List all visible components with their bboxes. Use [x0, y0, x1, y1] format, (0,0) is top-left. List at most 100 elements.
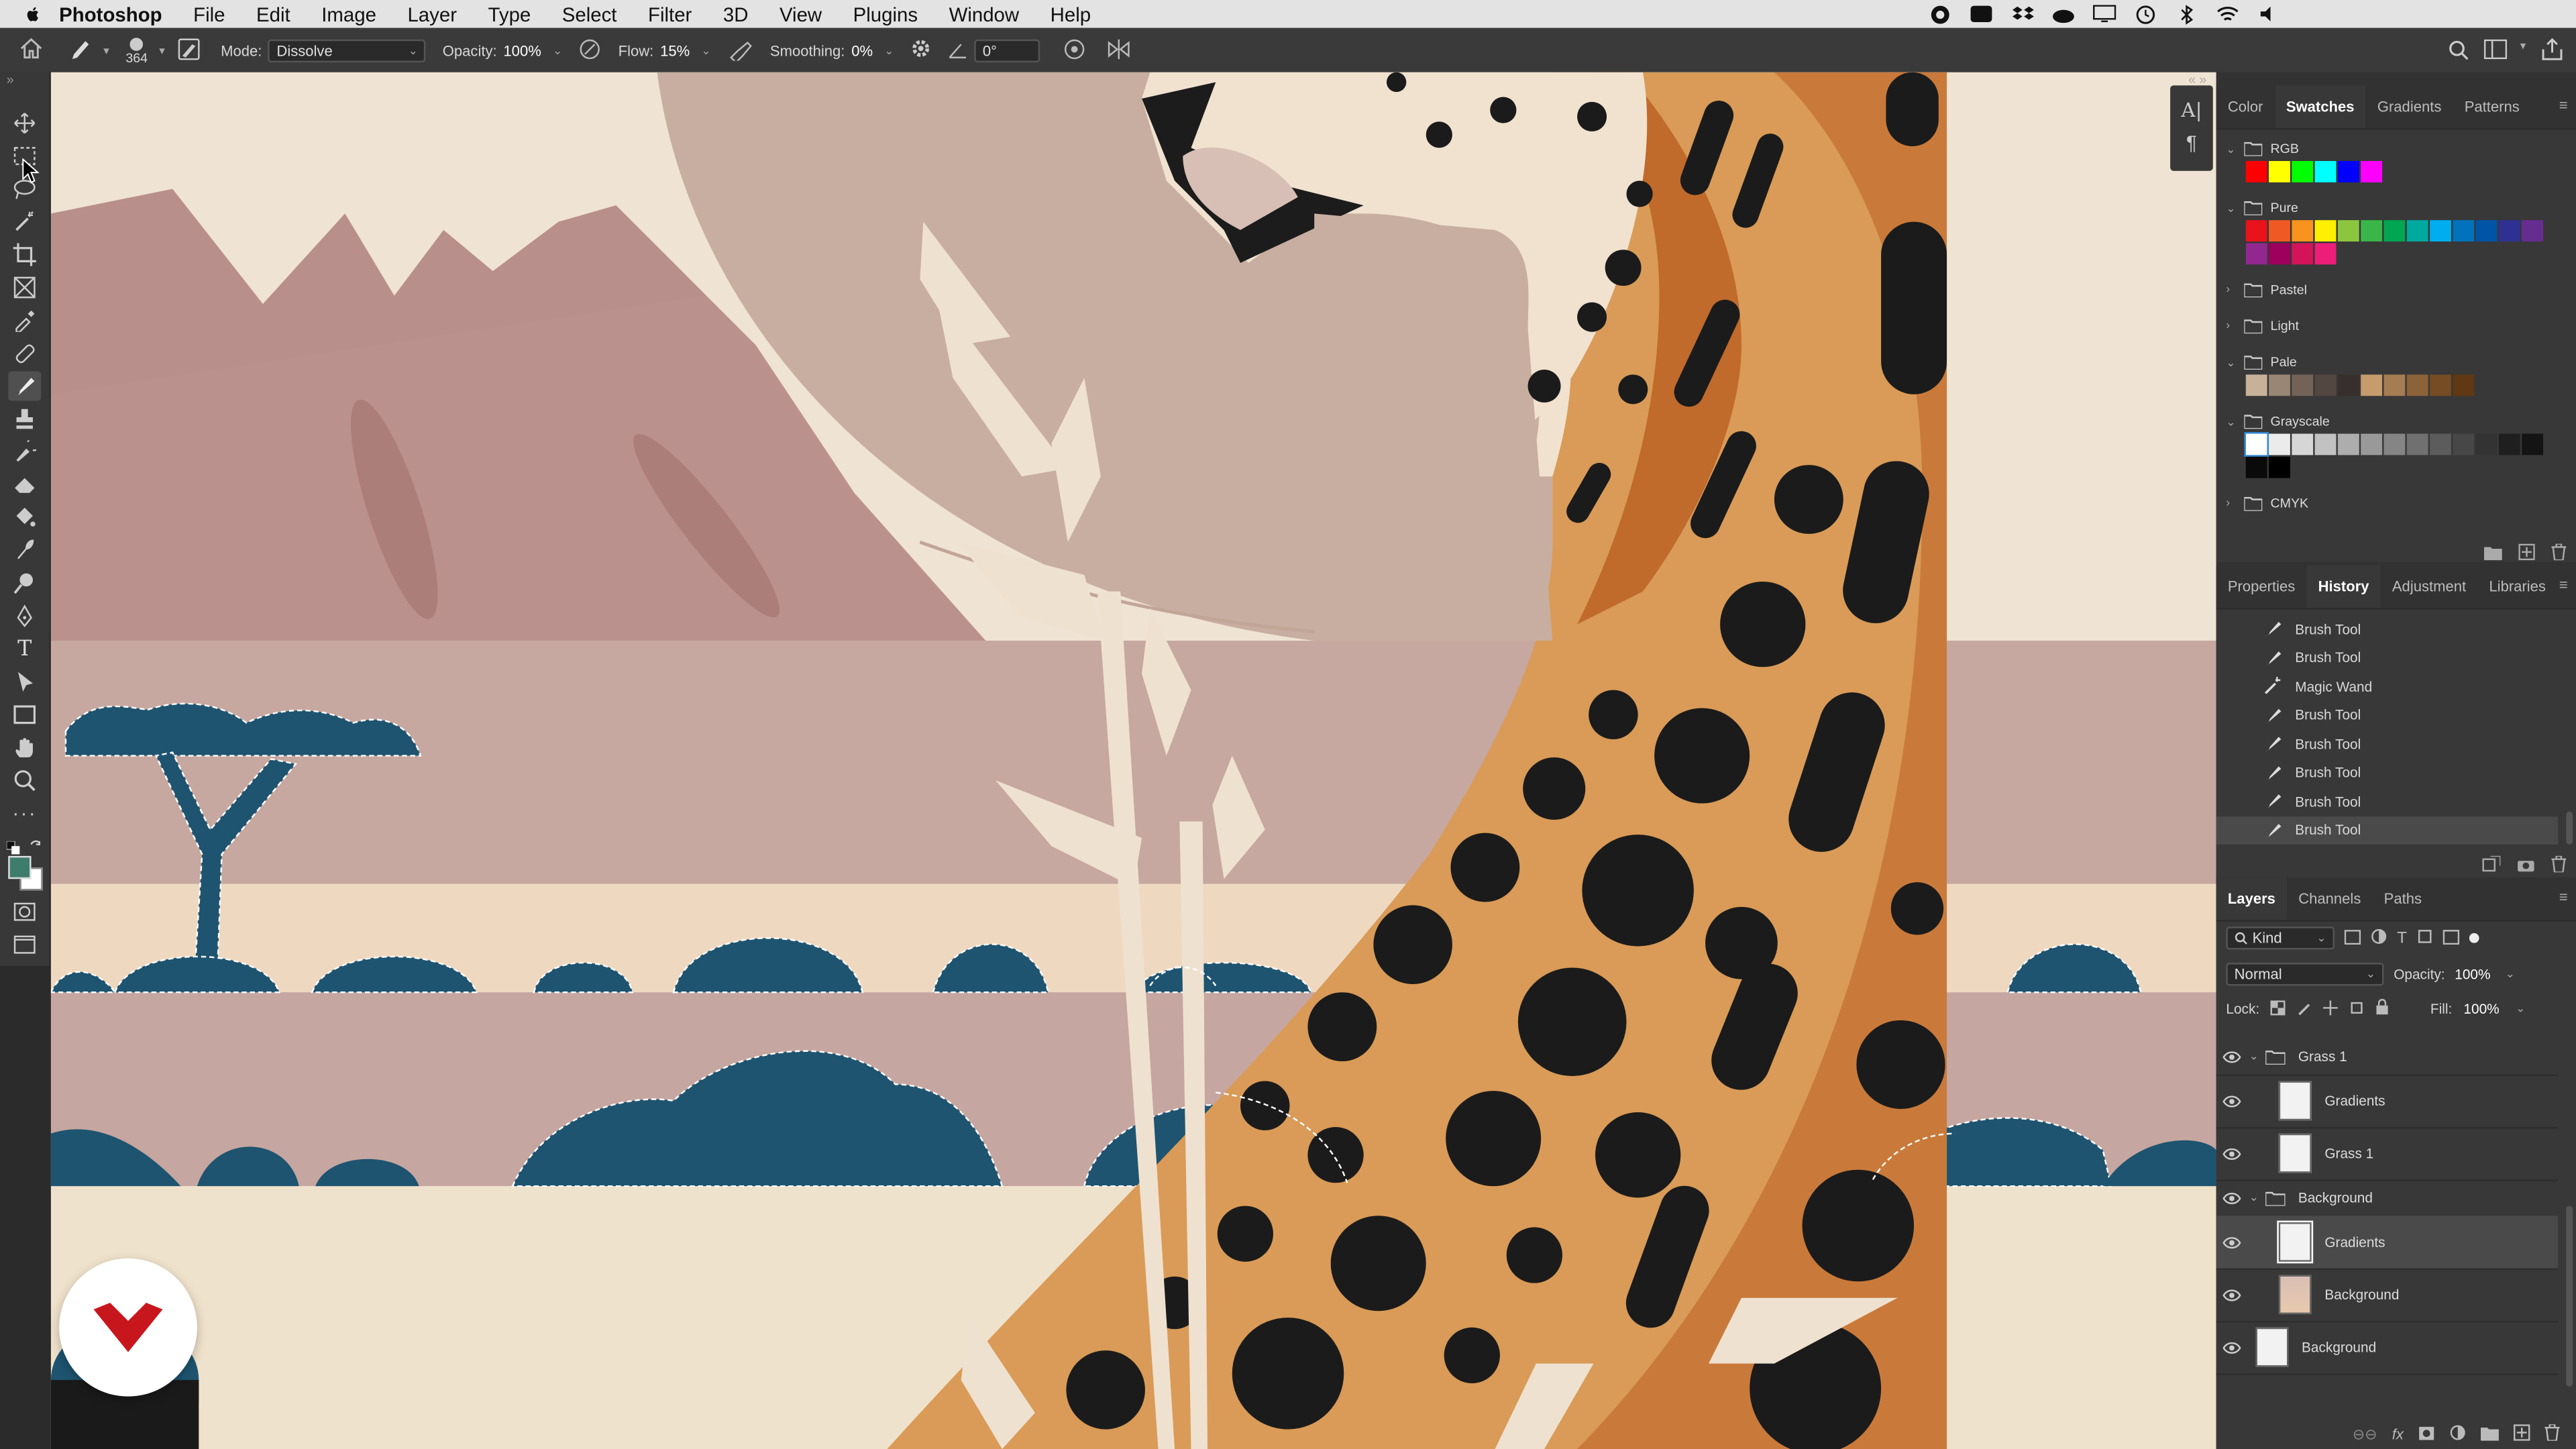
- tab-paths[interactable]: Paths: [2373, 877, 2434, 920]
- tab-color[interactable]: Color: [2216, 85, 2275, 128]
- rectangle-tool-icon[interactable]: [8, 700, 41, 729]
- swatch[interactable]: [2314, 161, 2337, 182]
- swatch[interactable]: [2453, 374, 2475, 396]
- quick-mask-icon[interactable]: [8, 897, 41, 926]
- new-document-from-state-icon[interactable]: [2482, 851, 2502, 881]
- dodge-tool-icon[interactable]: [8, 568, 41, 598]
- eye-icon[interactable]: [2216, 1341, 2246, 1353]
- swatch[interactable]: [2406, 220, 2428, 242]
- move-tool-icon[interactable]: [8, 109, 41, 138]
- mode-dropdown[interactable]: Dissolve ⌄: [268, 38, 427, 62]
- swatch-group-light[interactable]: › Light: [2226, 319, 2299, 334]
- type-tool-icon[interactable]: T: [8, 634, 41, 663]
- swatch[interactable]: [2406, 374, 2428, 396]
- swatch[interactable]: [2292, 243, 2314, 265]
- chevron-right-icon[interactable]: ›: [2226, 321, 2236, 332]
- record-icon[interactable]: [1929, 4, 1951, 23]
- layer-group-row[interactable]: ⌄ Grass 1: [2216, 1038, 2559, 1077]
- swatch[interactable]: [2245, 456, 2267, 478]
- swatch[interactable]: [2430, 374, 2451, 396]
- chevron-down-icon[interactable]: ⌄: [2226, 201, 2236, 214]
- lock-artboard-icon[interactable]: [2350, 1000, 2365, 1018]
- menu-app-name[interactable]: Photoshop: [59, 3, 162, 25]
- swatch[interactable]: [2314, 433, 2337, 455]
- eye-icon[interactable]: [2216, 1191, 2246, 1203]
- swatch[interactable]: [2245, 243, 2267, 265]
- history-item[interactable]: Brush Tool: [2216, 700, 2558, 729]
- menu-layer[interactable]: Layer: [407, 3, 457, 25]
- eye-icon[interactable]: [2216, 1147, 2246, 1159]
- apple-icon[interactable]: [23, 4, 42, 23]
- swatch[interactable]: [2498, 220, 2520, 242]
- adjustment-filter-icon[interactable]: [2371, 928, 2387, 948]
- eye-icon[interactable]: [2216, 1236, 2246, 1248]
- chevron-down-icon[interactable]: ⌄: [2226, 356, 2236, 369]
- swatch[interactable]: [2361, 161, 2383, 182]
- eye-icon[interactable]: [2216, 1051, 2246, 1063]
- swatch[interactable]: [2269, 456, 2290, 478]
- history-item[interactable]: Brush Tool: [2216, 729, 2558, 757]
- swatch[interactable]: [2337, 220, 2359, 242]
- screen-mode-icon[interactable]: [8, 930, 41, 959]
- shape-filter-icon[interactable]: [2417, 928, 2433, 948]
- search-icon[interactable]: [2448, 40, 2469, 64]
- swatch[interactable]: [2361, 374, 2383, 396]
- brush-tool-preset-icon[interactable]: ▾: [69, 39, 109, 62]
- creative-cloud-icon[interactable]: [2052, 4, 2075, 23]
- opacity-value[interactable]: 100%: [503, 42, 541, 58]
- swatch[interactable]: [2269, 374, 2290, 396]
- lock-transparent-icon[interactable]: [2271, 1000, 2286, 1018]
- swatch[interactable]: [2269, 220, 2290, 242]
- bluetooth-icon[interactable]: [2175, 4, 2198, 24]
- swatch[interactable]: [2361, 433, 2383, 455]
- swatch[interactable]: [2337, 374, 2359, 396]
- menu-image[interactable]: Image: [321, 3, 376, 25]
- chevron-down-icon[interactable]: ⌄: [884, 44, 894, 56]
- swatch[interactable]: [2337, 161, 2359, 182]
- character-panel-icon[interactable]: A|: [2181, 99, 2202, 121]
- lock-all-icon[interactable]: [2376, 999, 2390, 1018]
- panel-menu-icon[interactable]: ≡: [2559, 97, 2568, 113]
- display-icon[interactable]: [2093, 4, 2116, 23]
- lock-position-icon[interactable]: [2323, 1000, 2339, 1018]
- history-scrollbar[interactable]: [2566, 811, 2573, 845]
- fx-icon[interactable]: fx: [2392, 1426, 2404, 1442]
- workspace-icon[interactable]: [2483, 39, 2508, 62]
- panel-menu-icon[interactable]: ≡: [2559, 577, 2568, 593]
- tab-channels[interactable]: Channels: [2287, 877, 2372, 920]
- share-icon[interactable]: [2542, 38, 2563, 64]
- swatch[interactable]: [2244, 432, 2269, 457]
- history-item[interactable]: Brush Tool: [2216, 787, 2558, 815]
- camera-icon[interactable]: [2517, 851, 2535, 881]
- menu-view[interactable]: View: [780, 3, 822, 25]
- new-layer-icon[interactable]: [2513, 1419, 2530, 1449]
- swatch[interactable]: [2406, 433, 2428, 455]
- screen-share-icon[interactable]: [1970, 4, 1992, 23]
- layer-row[interactable]: Gradients: [2216, 1075, 2559, 1129]
- swatch[interactable]: [2383, 220, 2406, 242]
- adjustment-layer-icon[interactable]: [2449, 1419, 2465, 1449]
- layer-row[interactable]: Background: [2216, 1321, 2559, 1375]
- tab-libraries[interactable]: Libraries: [2477, 565, 2557, 608]
- swatch[interactable]: [2245, 220, 2267, 242]
- menu-select[interactable]: Select: [562, 3, 617, 25]
- eraser-tool-icon[interactable]: [8, 470, 41, 499]
- swatch[interactable]: [2314, 374, 2337, 396]
- dropbox-icon[interactable]: [2011, 4, 2034, 23]
- swatch[interactable]: [2292, 161, 2314, 182]
- swatch[interactable]: [2453, 433, 2475, 455]
- chevron-down-icon[interactable]: ⌄: [2226, 415, 2236, 428]
- layer-row[interactable]: Gradients: [2216, 1216, 2559, 1271]
- clone-stamp-tool-icon[interactable]: [8, 404, 41, 433]
- swatch-group-rgb[interactable]: ⌄ RGB: [2226, 142, 2299, 156]
- menu-3d[interactable]: 3D: [723, 3, 749, 25]
- swatch[interactable]: [2292, 374, 2314, 396]
- path-selection-tool-icon[interactable]: [8, 667, 41, 696]
- history-item[interactable]: Brush Tool: [2216, 758, 2558, 786]
- swap-colors-icon[interactable]: [30, 831, 43, 861]
- menu-edit[interactable]: Edit: [256, 3, 290, 25]
- swatch[interactable]: [2269, 243, 2290, 265]
- eyedropper-tool-icon[interactable]: [8, 306, 41, 335]
- swatch[interactable]: [2498, 433, 2520, 455]
- menu-plugins[interactable]: Plugins: [853, 3, 918, 25]
